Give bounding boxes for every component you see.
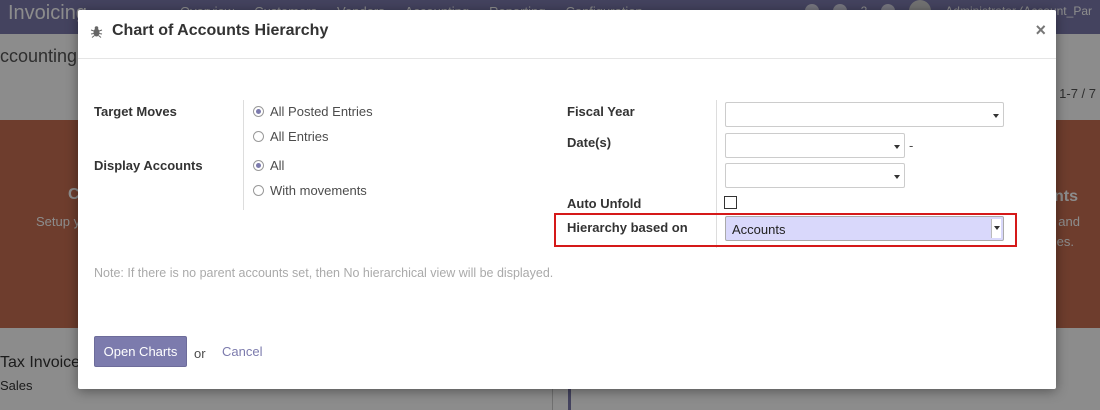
- cancel-link[interactable]: Cancel: [222, 344, 262, 359]
- target-moves-label: Target Moves: [94, 104, 177, 119]
- auto-unfold-label: Auto Unfold: [567, 196, 642, 211]
- radio-all[interactable]: All: [253, 158, 284, 173]
- dialog-title: Chart of Accounts Hierarchy: [112, 22, 329, 39]
- radio-label: With movements: [270, 183, 367, 198]
- radio-button[interactable]: [253, 185, 264, 196]
- select-value: Accounts: [732, 222, 786, 237]
- chevron-down-icon: [991, 219, 1001, 238]
- fiscal-year-label: Fiscal Year: [567, 104, 635, 119]
- hierarchy-label: Hierarchy based on: [567, 220, 688, 235]
- radio-label: All: [270, 158, 285, 173]
- radio-button-checked[interactable]: [253, 106, 264, 117]
- bug-icon: [90, 26, 103, 38]
- dialog-header: Chart of Accounts Hierarchy ×: [78, 10, 1056, 59]
- open-charts-button[interactable]: Open Charts: [94, 336, 187, 367]
- chevron-down-icon: [894, 175, 900, 179]
- left-column-divider: [243, 100, 244, 210]
- chevron-down-icon: [894, 145, 900, 149]
- radio-button[interactable]: [253, 131, 264, 142]
- dates-label: Date(s): [567, 135, 612, 150]
- radio-all-posted-entries[interactable]: All Posted Entries: [253, 104, 373, 119]
- close-icon[interactable]: ×: [1035, 20, 1046, 41]
- radio-with-movements[interactable]: With movements: [253, 183, 367, 198]
- date-to-select[interactable]: [725, 163, 905, 188]
- radio-label: All Entries: [270, 129, 329, 144]
- date-from-select[interactable]: [725, 133, 905, 158]
- auto-unfold-checkbox[interactable]: [724, 196, 737, 209]
- radio-button-checked[interactable]: [253, 160, 264, 171]
- hierarchy-select[interactable]: Accounts: [725, 216, 1004, 241]
- radio-label: All Posted Entries: [270, 104, 373, 119]
- fiscal-year-select[interactable]: [725, 102, 1004, 127]
- display-accounts-label: Display Accounts: [94, 158, 203, 173]
- radio-all-entries[interactable]: All Entries: [253, 129, 329, 144]
- chevron-down-icon: [993, 114, 999, 118]
- date-separator: -: [909, 138, 914, 153]
- chart-of-accounts-dialog: Chart of Accounts Hierarchy × Target Mov…: [78, 10, 1056, 389]
- or-text: or: [194, 346, 206, 361]
- hierarchy-note: Note: If there is no parent accounts set…: [94, 266, 554, 280]
